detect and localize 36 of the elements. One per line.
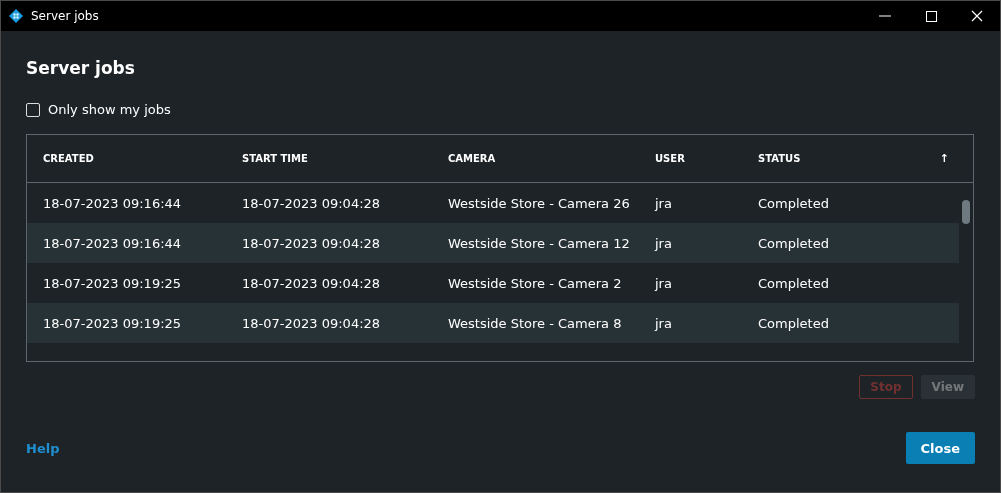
column-header[interactable]: CAMERA <box>448 153 655 164</box>
table-cell-text: jra <box>655 195 673 211</box>
column-header[interactable]: START TIME <box>242 153 448 164</box>
close-button[interactable]: Close <box>905 432 975 464</box>
table-cell-text: 18-07-2023 09:04:28 <box>242 275 382 291</box>
help-link[interactable]: Help <box>26 440 60 456</box>
window-title: Server jobs <box>31 9 100 23</box>
column-header[interactable]: USER <box>655 153 758 164</box>
table-cell-text: jra <box>655 275 673 291</box>
table-cell-text: Westside Store - Camera 2 <box>448 275 623 291</box>
checkbox-label: Only show my jobs <box>48 102 171 117</box>
dialog-heading: Server jobs <box>26 57 136 79</box>
table-cell-text: Westside Store - Camera 26 <box>448 195 631 211</box>
column-header[interactable]: STATUS <box>758 153 940 164</box>
table-cell-text: 18-07-2023 09:04:28 <box>242 195 382 211</box>
table-cell-text: Completed <box>758 195 830 211</box>
table-cell-text: 18-07-2023 09:16:44 <box>43 235 183 251</box>
maximize-icon[interactable] <box>925 10 937 22</box>
table-cell-text: 18-07-2023 09:04:28 <box>242 235 382 251</box>
table-cell-text: Westside Store - Camera 8 <box>448 315 623 331</box>
app-logo-icon <box>9 9 23 23</box>
sort-arrow[interactable]: ↑ <box>939 152 949 165</box>
table-cell-text: jra <box>655 315 673 331</box>
close-icon[interactable] <box>971 10 983 22</box>
scrollbar-thumb[interactable] <box>962 200 970 224</box>
table-cell-text: jra <box>655 235 673 251</box>
table-cell-text: 18-07-2023 09:04:28 <box>242 315 382 331</box>
table-cell-text: 18-07-2023 09:16:44 <box>43 195 183 211</box>
table-cell-text: Westside Store - Camera 12 <box>448 235 631 251</box>
column-header[interactable]: CREATED <box>43 153 242 164</box>
table-cell-text: 18-07-2023 09:19:25 <box>43 275 183 291</box>
table-cell-text: Completed <box>758 315 830 331</box>
table-cell-text: 18-07-2023 09:19:25 <box>43 315 183 331</box>
table-cell-text: Completed <box>758 275 830 291</box>
table-cell-text: Completed <box>758 235 830 251</box>
checkbox[interactable] <box>26 102 40 117</box>
